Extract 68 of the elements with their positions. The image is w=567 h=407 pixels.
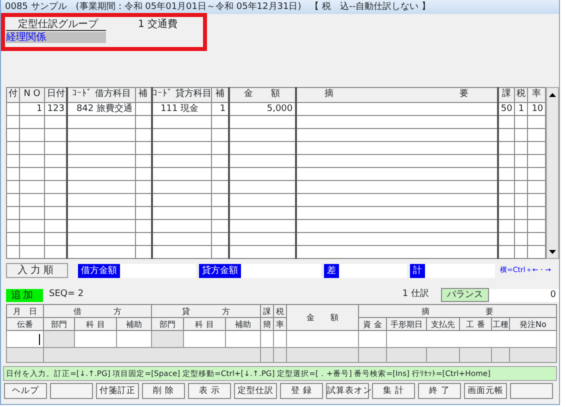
entry-count: 1 仕訳: [402, 288, 429, 302]
column-header: 摘 要: [358, 304, 556, 318]
function-button[interactable]: 集 計: [372, 383, 415, 399]
table-cell: 1: [19, 102, 45, 116]
column-header: 補助: [226, 318, 260, 330]
column-header: 税: [274, 304, 286, 318]
total-field[interactable]: [120, 264, 196, 278]
column-header: N O: [19, 88, 45, 102]
column-header: 手形期日: [386, 318, 426, 330]
column-header: 率: [528, 88, 546, 102]
blank-button[interactable]: [50, 383, 93, 399]
column-header: 金 額: [228, 88, 296, 102]
column-header: 科 目: [184, 318, 226, 330]
total-label: 借方金額: [78, 264, 120, 278]
table-cell: 1: [514, 102, 528, 116]
total-field[interactable]: [241, 264, 321, 278]
function-button[interactable]: 削 除: [142, 383, 185, 399]
group-category[interactable]: 経理関係: [6, 32, 106, 43]
column-header: 課: [498, 88, 515, 102]
column-header: 借 方: [44, 304, 152, 318]
function-button[interactable]: 試算表オン: [326, 383, 369, 399]
table-cell: 111 現金: [152, 102, 212, 116]
column-header: 支払先: [426, 318, 460, 330]
total-label: 貸方金額: [199, 264, 241, 278]
function-button[interactable]: 表 示: [188, 383, 231, 399]
total-label: 差: [324, 264, 339, 278]
scroll-down-icon[interactable]: [549, 250, 556, 254]
column-header: 補助: [116, 318, 152, 330]
column-header: 伝番: [6, 318, 44, 330]
blank-button[interactable]: [510, 383, 553, 399]
mode-indicator: 追加: [6, 288, 43, 302]
function-button[interactable]: ヘルプ: [4, 383, 47, 399]
column-header: 日付: [44, 88, 68, 102]
column-header: 科 目: [74, 318, 116, 330]
column-header: 貸 方: [152, 304, 260, 318]
function-button[interactable]: 付箋訂正: [96, 383, 139, 399]
column-header: 課: [260, 304, 274, 318]
total-field[interactable]: [425, 264, 495, 278]
table-cell: 5,000: [228, 102, 296, 116]
column-header: 税: [514, 88, 528, 102]
column-header: 摘 要: [296, 88, 498, 102]
input-field[interactable]: [6, 330, 44, 348]
column-header: ｺｰﾄﾞ 貸方科目: [152, 88, 212, 102]
table-cell: 1: [212, 102, 229, 116]
column-header: 発注No: [510, 318, 556, 330]
function-button[interactable]: 登 録: [280, 383, 323, 399]
function-button[interactable]: 定型仕訳: [234, 383, 277, 399]
column-header: 金 額: [286, 304, 358, 330]
group-value: 1 交通費: [138, 19, 178, 30]
column-header: 月 日: [6, 304, 44, 318]
group-label: 定型仕訳グループ: [6, 19, 106, 31]
table-cell: 50: [498, 102, 515, 116]
function-button[interactable]: 画面元帳: [464, 383, 507, 399]
total-field[interactable]: [339, 264, 407, 278]
total-label: 計: [410, 264, 425, 278]
column-header: ｺｰﾄﾞ 借方科目: [67, 88, 135, 102]
sequence-label: SEQ= 2: [49, 288, 84, 302]
balance-label: バランス: [441, 288, 489, 302]
window-title: 0085 サンプル (事業期間：令和 05年01月01日～令和 05年12月31日) 【 税 込--自動仕訳しない 】: [1, 0, 559, 14]
order-button[interactable]: 入力順: [6, 263, 68, 278]
scrollbar[interactable]: [546, 87, 559, 259]
table-cell: 123: [44, 102, 68, 116]
function-button[interactable]: 終 了: [418, 383, 461, 399]
scroll-up-icon[interactable]: [549, 93, 556, 97]
table-cell: 842 旅費交通: [67, 102, 135, 116]
column-header: 付: [6, 88, 20, 102]
column-header: 補: [212, 88, 229, 102]
balance-field: 0: [489, 288, 559, 302]
